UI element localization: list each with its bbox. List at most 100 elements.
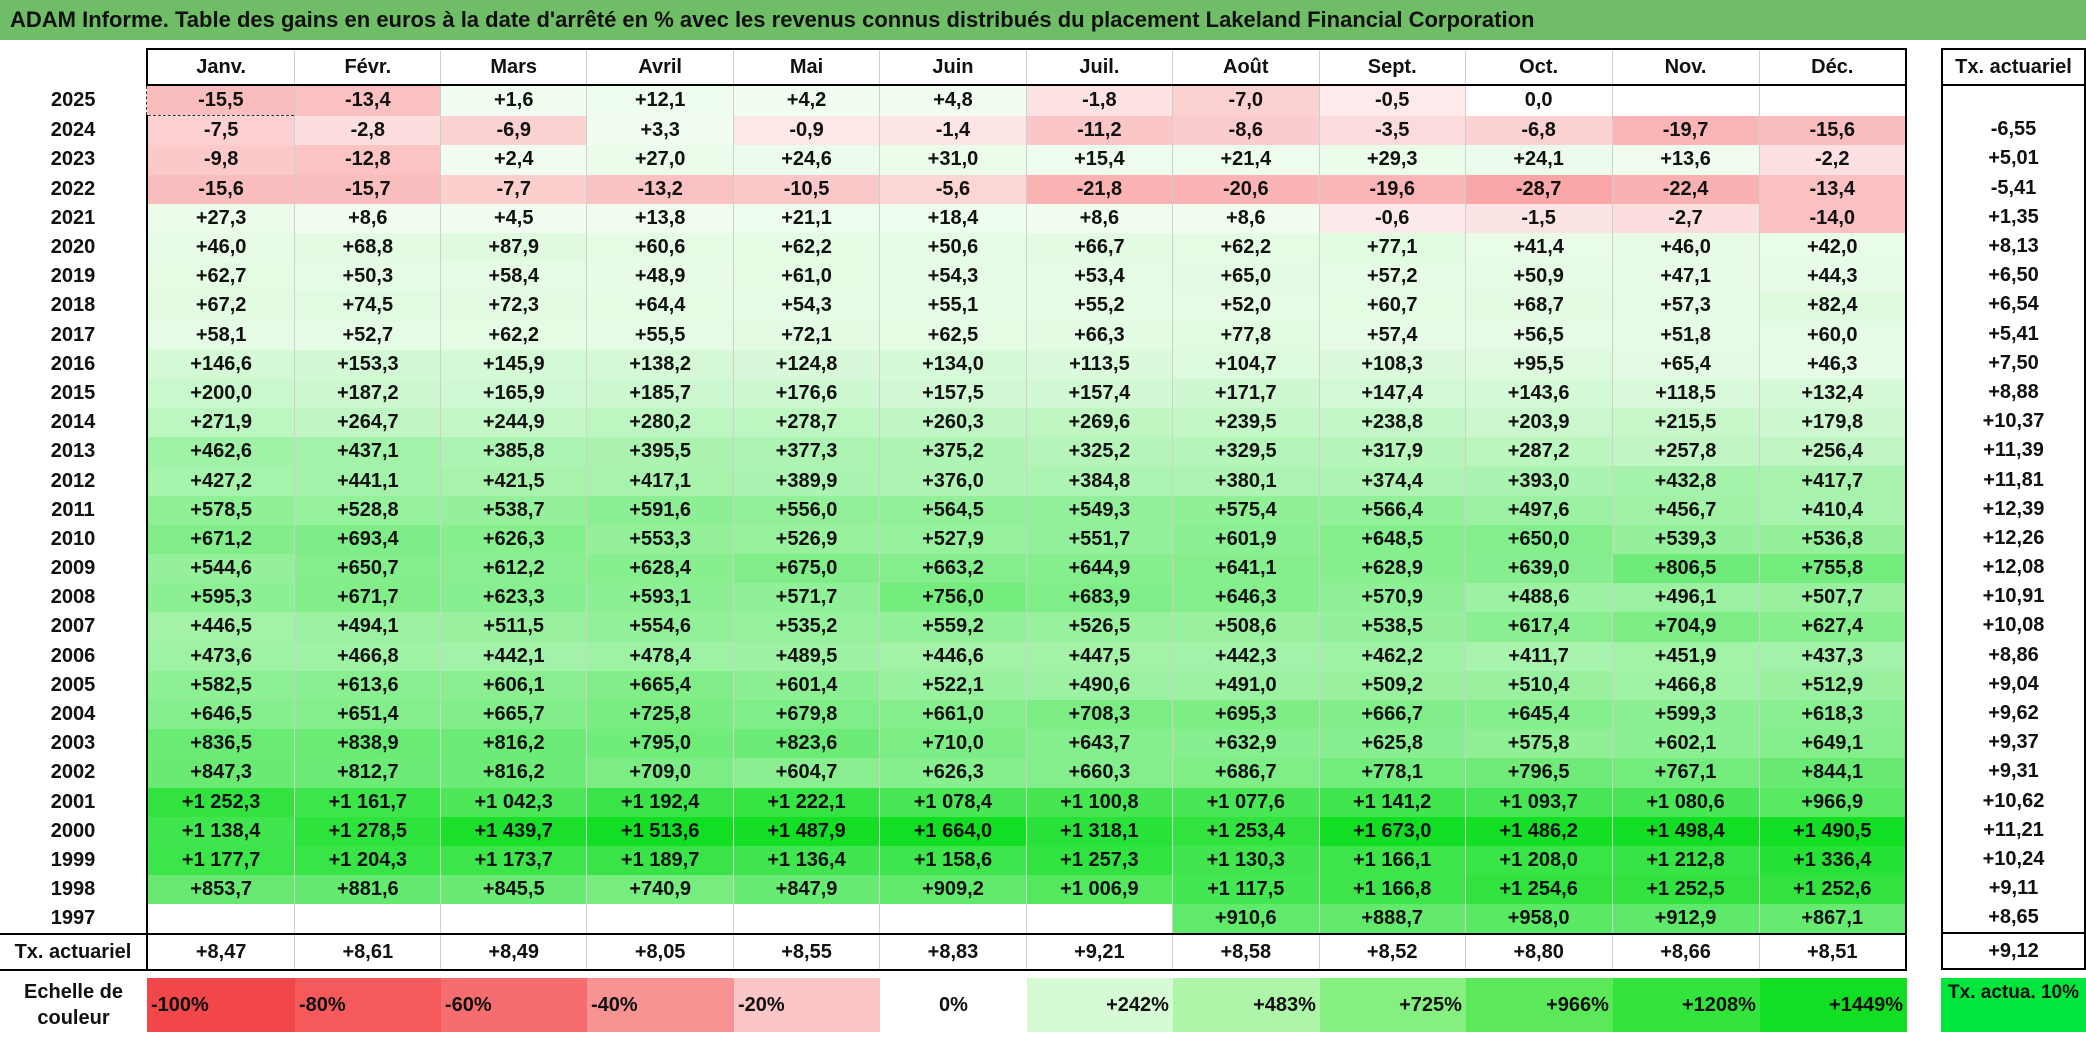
table-cell: +755,8: [1758, 554, 1907, 584]
table-cell: +648,5: [1318, 524, 1466, 554]
table-cell: +41,4: [1464, 232, 1613, 263]
table-cell: [733, 904, 880, 935]
table-cell: +646,5: [145, 699, 295, 730]
table-cell: +8,6: [1171, 203, 1320, 233]
table-cell: +806,5: [1611, 554, 1759, 584]
table-cell: +844,1: [1758, 758, 1907, 788]
table-cell: 0,0: [1464, 85, 1613, 116]
table-cell: +427,2: [145, 466, 295, 496]
table-cell: +1 254,6: [1464, 875, 1613, 905]
table-cell: +145,9: [440, 349, 587, 379]
table-cell: -2,8: [294, 115, 441, 146]
footer-rate-cell: +8,52: [1318, 933, 1466, 972]
table-cell: +21,1: [733, 203, 880, 233]
table-cell: +665,7: [440, 699, 587, 730]
table-cell: [1758, 85, 1907, 116]
table-cell: +1 130,3: [1171, 845, 1320, 876]
footer-label: Tx. actuariel: [0, 933, 147, 972]
footer-rate-cell: +8,49: [440, 933, 587, 972]
scale-swatch: +1449%: [1759, 978, 1907, 1032]
table-cell: +1 078,4: [879, 787, 1027, 817]
scale-swatch: +242%: [1026, 978, 1173, 1032]
actuarial-rate-cell: +8,88: [1941, 377, 2086, 408]
footer-rate-cell: +8,55: [733, 933, 880, 972]
table-cell: +287,2: [1464, 437, 1613, 467]
table-cell: +510,4: [1464, 670, 1613, 700]
actuarial-rate-cell: +9,31: [1941, 757, 2086, 787]
table-cell: +421,5: [440, 466, 587, 496]
table-cell: +62,5: [879, 320, 1027, 350]
actuarial-rate-cell: +8,86: [1941, 640, 2086, 670]
table-cell: +570,9: [1318, 583, 1466, 613]
year-label: 2021: [50, 206, 96, 229]
table-cell: +437,1: [294, 437, 441, 467]
table-cell: +456,7: [1611, 495, 1759, 525]
table-cell: +767,1: [1611, 758, 1759, 788]
table-cell: +511,5: [440, 612, 587, 642]
actuarial-rate-cell: [1941, 85, 2086, 116]
table-cell: +238,8: [1318, 408, 1466, 438]
table-cell: +494,1: [294, 612, 441, 642]
table-cell: +709,0: [586, 758, 734, 788]
table-cell: +491,0: [1171, 670, 1320, 700]
table-cell: +740,9: [586, 875, 734, 905]
table-cell: -15,6: [1758, 115, 1907, 146]
actuarial-rate-cell: +10,91: [1941, 582, 2086, 612]
table-cell: -6,9: [440, 115, 587, 146]
table-cell: [1611, 85, 1759, 116]
actuarial-rate-cell: +10,37: [1941, 407, 2086, 437]
table-cell: +847,9: [733, 875, 880, 905]
table-cell: +62,7: [145, 262, 295, 292]
table-cell: -6,8: [1464, 115, 1613, 146]
table-cell: +604,7: [733, 758, 880, 788]
table-cell: -21,8: [1025, 174, 1173, 204]
table-cell: +1 006,9: [1025, 875, 1173, 905]
table-cell: +256,4: [1758, 437, 1907, 467]
table-cell: +496,1: [1611, 583, 1759, 613]
table-cell: +53,4: [1025, 262, 1173, 292]
table-cell: +446,6: [879, 641, 1027, 671]
year-label: 2008: [50, 586, 96, 609]
table-cell: +44,3: [1758, 262, 1907, 292]
table-cell: +375,2: [879, 437, 1027, 467]
table-cell: -5,6: [879, 174, 1027, 204]
table-cell: +526,9: [733, 524, 880, 554]
table-cell: +264,7: [294, 408, 441, 438]
table-cell: +54,3: [879, 262, 1027, 292]
table-cell: +571,7: [733, 583, 880, 613]
table-cell: +56,5: [1464, 320, 1613, 350]
table-cell: +823,6: [733, 729, 880, 759]
table-cell: -19,6: [1318, 174, 1466, 204]
table-cell: +539,3: [1611, 524, 1759, 554]
year-label: 1999: [50, 848, 96, 871]
month-header: Oct.: [1464, 48, 1613, 86]
table-cell: +1 252,3: [145, 787, 295, 817]
table-cell: +526,5: [1025, 612, 1173, 642]
table-cell: +564,5: [879, 495, 1027, 525]
table-cell: +1 080,6: [1611, 787, 1759, 817]
table-cell: +200,0: [145, 378, 295, 409]
table-cell: +686,7: [1171, 758, 1320, 788]
table-cell: +18,4: [879, 203, 1027, 233]
actuarial-rate-cell: +8,13: [1941, 231, 2086, 262]
table-cell: +57,4: [1318, 320, 1466, 350]
table-cell: +1 189,7: [586, 845, 734, 876]
table-cell: +50,9: [1464, 262, 1613, 292]
table-cell: +4,2: [733, 85, 880, 116]
table-cell: +4,8: [879, 85, 1027, 116]
table-cell: +651,4: [294, 699, 441, 730]
table-cell: +632,9: [1171, 729, 1320, 759]
table-cell: +488,6: [1464, 583, 1613, 613]
year-label: 2006: [50, 644, 96, 667]
table-cell: +1 077,6: [1171, 787, 1320, 817]
table-cell: -14,0: [1758, 203, 1907, 233]
table-cell: +1 336,4: [1758, 845, 1907, 876]
table-cell: +95,5: [1464, 349, 1613, 379]
table-cell: +1 252,6: [1758, 875, 1907, 905]
year-label: 2023: [50, 148, 96, 171]
table-cell: +910,6: [1171, 904, 1320, 935]
table-cell: +1 141,2: [1318, 787, 1466, 817]
month-header: Févr.: [294, 48, 441, 86]
year-label: 2019: [50, 265, 96, 288]
table-cell: +660,3: [1025, 758, 1173, 788]
